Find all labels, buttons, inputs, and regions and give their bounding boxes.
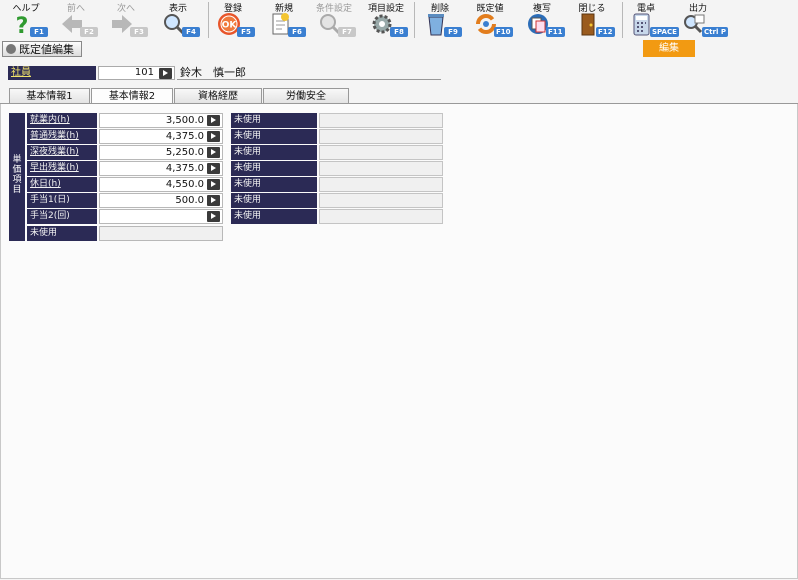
detail-button[interactable] bbox=[207, 195, 220, 206]
prev-button[interactable]: 前へ F2 bbox=[50, 0, 102, 40]
right-row-label: 未使用 bbox=[231, 145, 317, 160]
right-row-value bbox=[319, 145, 443, 160]
mode-badge: 編集 bbox=[643, 40, 695, 57]
next-button[interactable]: 次へ F3 bbox=[100, 0, 152, 40]
employee-lookup-button[interactable] bbox=[159, 68, 172, 79]
value-field-allowance-1[interactable]: 500.0 bbox=[99, 193, 223, 208]
right-row-label: 未使用 bbox=[231, 177, 317, 192]
row-label-early-overtime[interactable]: 早出残業(h) bbox=[27, 161, 97, 176]
close-key: F12 bbox=[596, 27, 615, 37]
screen-title: 既定値編集 bbox=[19, 43, 74, 56]
prev-key: F2 bbox=[80, 27, 98, 37]
delete-button[interactable]: 削除 F9 bbox=[414, 0, 466, 40]
group-label-char: 単 bbox=[12, 155, 22, 165]
condition-button[interactable]: 条件設定 F7 bbox=[308, 0, 360, 40]
right-row-value bbox=[319, 161, 443, 176]
help-button[interactable]: ヘルプ ? F1 bbox=[0, 0, 52, 40]
value-field-allowance-2[interactable] bbox=[99, 209, 223, 224]
employee-code: 101 bbox=[134, 67, 154, 78]
value-holiday: 4,550.0 bbox=[165, 179, 204, 190]
toolbar: ヘルプ ? F1 前へ F2 次へ F3 表示 F4 登録 OK F5 新規 F… bbox=[0, 0, 798, 40]
value-early-overtime: 4,375.0 bbox=[165, 163, 204, 174]
output-button[interactable]: 出力 Ctrl P bbox=[672, 0, 728, 40]
right-row-label: 未使用 bbox=[231, 161, 317, 176]
value-field-holiday[interactable]: 4,550.0 bbox=[99, 177, 223, 192]
right-row-value bbox=[319, 193, 443, 208]
row-label-regular-overtime[interactable]: 普通残業(h) bbox=[27, 129, 97, 144]
svg-text:OK: OK bbox=[222, 21, 238, 31]
employee-name: 鈴木 慎一郎 bbox=[177, 66, 441, 80]
right-row-value bbox=[319, 177, 443, 192]
detail-button[interactable] bbox=[207, 131, 220, 142]
detail-button[interactable] bbox=[207, 115, 220, 126]
svg-text:?: ? bbox=[16, 14, 29, 36]
close-button[interactable]: 閉じる F12 bbox=[566, 0, 618, 40]
view-button[interactable]: 表示 F4 bbox=[152, 0, 204, 40]
help-key: F1 bbox=[30, 27, 48, 37]
row-label-allowance-1: 手当1(日) bbox=[27, 193, 97, 208]
row-label-allowance-2: 手当2(回) bbox=[27, 209, 97, 224]
tab-basic-info-1[interactable]: 基本情報1 bbox=[9, 88, 90, 104]
employee-code-field[interactable]: 101 bbox=[98, 66, 175, 80]
copy-button[interactable]: 複写 F11 bbox=[516, 0, 568, 40]
right-row-label: 未使用 bbox=[231, 113, 317, 128]
view-key: F4 bbox=[182, 27, 200, 37]
right-row-label: 未使用 bbox=[231, 129, 317, 144]
default-button[interactable]: 既定値 F10 bbox=[464, 0, 516, 40]
tab-qualification-history[interactable]: 資格経歴 bbox=[174, 88, 262, 104]
register-button[interactable]: 登録 OK F5 bbox=[207, 0, 259, 40]
detail-button[interactable] bbox=[207, 179, 220, 190]
detail-button[interactable] bbox=[207, 211, 220, 222]
value-field-regular-overtime[interactable]: 4,375.0 bbox=[99, 129, 223, 144]
employee-label-link[interactable]: 社員 bbox=[8, 66, 96, 80]
value-field-unused bbox=[99, 226, 223, 241]
detail-button[interactable] bbox=[207, 147, 220, 158]
group-label-char: 価 bbox=[12, 165, 22, 175]
new-button[interactable]: 新規 F6 bbox=[258, 0, 310, 40]
value-regular-overtime: 4,375.0 bbox=[165, 131, 204, 142]
new-key: F6 bbox=[288, 27, 306, 37]
value-night-overtime: 5,250.0 bbox=[165, 147, 204, 158]
calculator-button[interactable]: 電卓 SPACE bbox=[620, 0, 679, 40]
next-key: F3 bbox=[130, 27, 148, 37]
detail-button[interactable] bbox=[207, 163, 220, 174]
right-row-label: 未使用 bbox=[231, 209, 317, 224]
row-label-work-hours[interactable]: 就業内(h) bbox=[27, 113, 97, 128]
row-label-holiday[interactable]: 休日(h) bbox=[27, 177, 97, 192]
output-key: Ctrl P bbox=[702, 27, 728, 37]
register-key: F5 bbox=[237, 27, 255, 37]
right-row-value bbox=[319, 113, 443, 128]
row-label-night-overtime[interactable]: 深夜残業(h) bbox=[27, 145, 97, 160]
copy-key: F11 bbox=[546, 27, 565, 37]
condition-key: F7 bbox=[338, 27, 356, 37]
right-row-value bbox=[319, 209, 443, 224]
group-label-char: 項 bbox=[12, 175, 22, 185]
value-field-early-overtime[interactable]: 4,375.0 bbox=[99, 161, 223, 176]
item-setting-button[interactable]: 項目設定 F8 bbox=[360, 0, 412, 40]
right-row-value bbox=[319, 129, 443, 144]
screen-title-button[interactable]: 既定値編集 bbox=[2, 41, 82, 57]
delete-key: F9 bbox=[444, 27, 462, 37]
default-key: F10 bbox=[494, 27, 513, 37]
unit-price-group-label: 単 価 項 目 bbox=[9, 113, 25, 241]
value-field-night-overtime[interactable]: 5,250.0 bbox=[99, 145, 223, 160]
tab-labor-safety[interactable]: 労働安全 bbox=[263, 88, 349, 104]
item-setting-key: F8 bbox=[390, 27, 408, 37]
value-allowance-1: 500.0 bbox=[175, 195, 204, 206]
back-circle-icon bbox=[6, 44, 16, 54]
row-label-unused: 未使用 bbox=[27, 226, 97, 241]
right-row-label: 未使用 bbox=[231, 193, 317, 208]
value-field-work-hours[interactable]: 3,500.0 bbox=[99, 113, 223, 128]
group-label-char: 目 bbox=[12, 185, 22, 195]
value-work-hours: 3,500.0 bbox=[165, 115, 204, 126]
